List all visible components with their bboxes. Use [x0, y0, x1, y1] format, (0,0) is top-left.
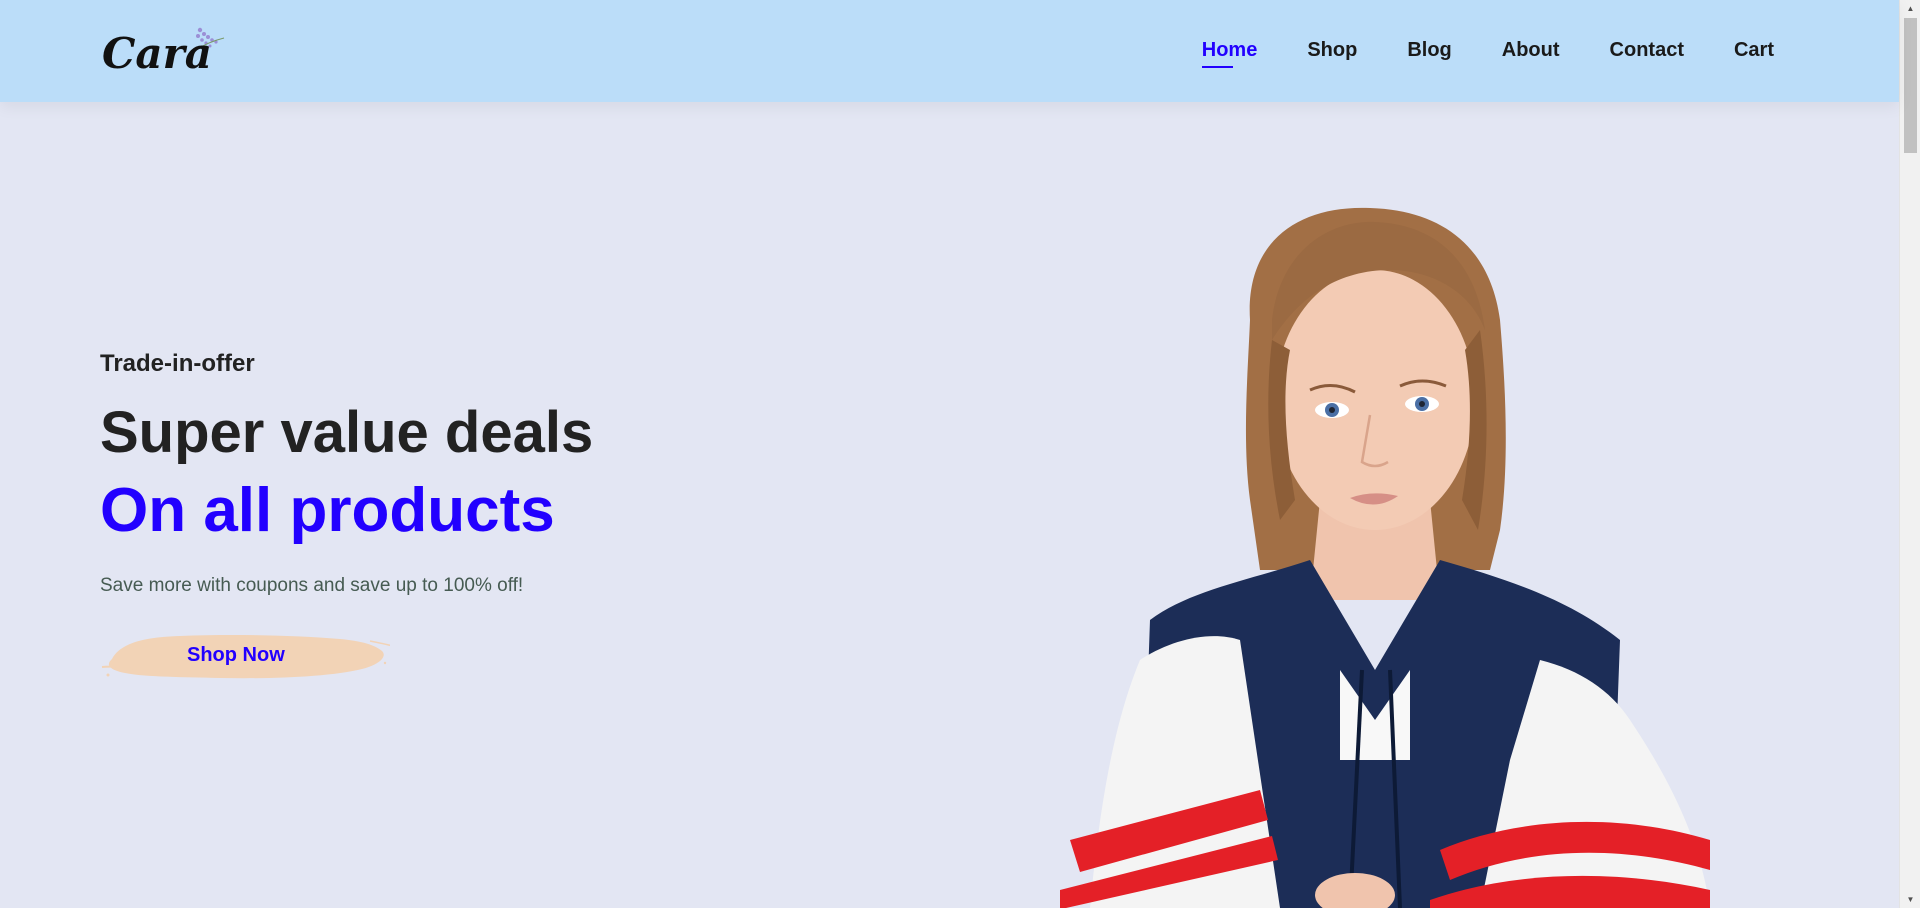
shop-now-button[interactable]: Shop Now: [100, 621, 390, 691]
nav-home[interactable]: Home: [1201, 37, 1257, 68]
svg-text:Cara: Cara: [102, 29, 212, 75]
hero-headline: Super value deals: [100, 400, 594, 465]
hero-subtext: Save more with coupons and save up to 10…: [100, 575, 524, 596]
hero-eyebrow: Trade-in-offer: [100, 350, 255, 377]
nav-blog[interactable]: Blog: [1407, 37, 1451, 63]
hero-model-image: [1010, 200, 1770, 908]
hero-headline-accent: On all products: [100, 476, 555, 545]
hero-section: Trade-in-offer Super value deals On all …: [100, 350, 800, 691]
scroll-down-arrow-icon[interactable]: ▼: [1900, 891, 1920, 908]
cara-logo-icon: Cara: [102, 27, 225, 78]
site-header: Cara Home Shop Blog About Contact Cart: [0, 0, 1899, 102]
main-nav: Home Shop Blog About Contact Cart: [1152, 37, 1774, 68]
nav-contact[interactable]: Contact: [1610, 37, 1684, 63]
nav-about[interactable]: About: [1502, 37, 1560, 63]
page-scrollbar[interactable]: ▲ ▼: [1899, 0, 1920, 908]
scroll-up-arrow-icon[interactable]: ▲: [1900, 0, 1920, 17]
brand-logo[interactable]: Cara: [100, 20, 230, 78]
shop-now-label: Shop Now: [187, 644, 285, 666]
nav-cart[interactable]: Cart: [1734, 37, 1774, 63]
scroll-thumb[interactable]: [1904, 18, 1917, 153]
model-illustration: [1060, 207, 1710, 908]
nav-shop[interactable]: Shop: [1307, 37, 1357, 63]
